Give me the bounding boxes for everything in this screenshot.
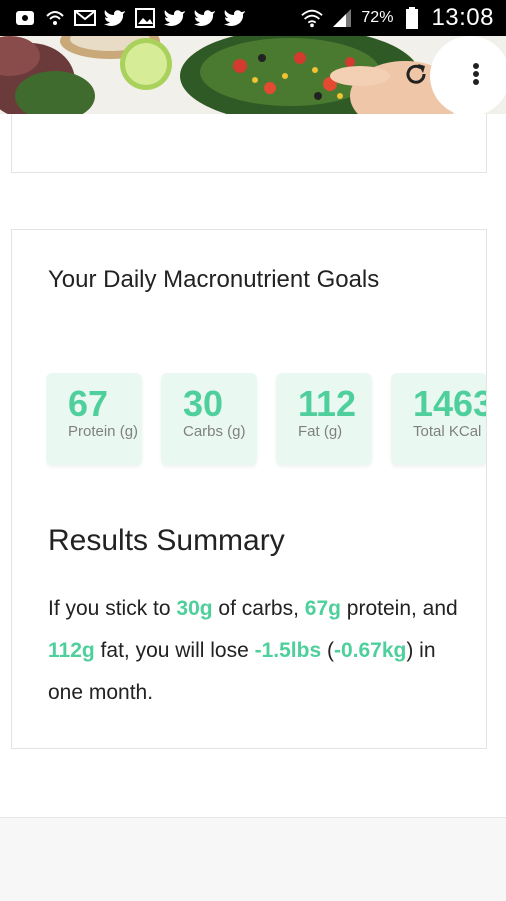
carbs-label: Carbs (g) xyxy=(183,423,246,440)
protein-label: Protein (g) xyxy=(68,423,139,440)
protein-tile: 67 Protein (g) xyxy=(46,373,142,465)
cell-signal-icon xyxy=(331,7,353,29)
results-summary-text: If you stick to 30g of carbs, 67g protei… xyxy=(48,588,468,714)
clock: 13:08 xyxy=(431,4,494,31)
wifi-signal-icon xyxy=(301,7,324,29)
header-food-image xyxy=(0,36,506,114)
results-text-5: ( xyxy=(321,639,334,662)
macro-tiles: 67 Protein (g) 30 Carbs (g) 112 Fat (g) … xyxy=(46,373,486,469)
carbs-highlight: 30g xyxy=(176,597,213,620)
gallery-icon xyxy=(134,7,156,29)
kg-highlight: -0.67kg xyxy=(333,639,407,662)
results-text-2: of carbs, xyxy=(212,597,305,620)
fat-value: 112 xyxy=(298,383,357,424)
mail-icon xyxy=(74,7,96,29)
status-bar: 72% 13:08 xyxy=(0,0,506,36)
carbs-value: 30 xyxy=(183,383,224,424)
page-footer xyxy=(0,817,506,901)
results-summary-title: Results Summary xyxy=(48,524,285,557)
protein-value: 67 xyxy=(68,383,109,424)
previous-card xyxy=(11,114,487,173)
fat-label: Fat (g) xyxy=(298,423,343,440)
wifi-notification-icon xyxy=(44,7,66,29)
results-text-1: If you stick to xyxy=(48,597,177,620)
more-vert-icon xyxy=(472,62,480,91)
twitter-icon xyxy=(224,7,246,29)
results-text-4: fat, you will lose xyxy=(94,639,255,662)
kcal-label: Total KCal xyxy=(413,423,482,440)
kcal-value: 1463 xyxy=(413,383,486,424)
carbs-tile: 30 Carbs (g) xyxy=(161,373,257,465)
refresh-button[interactable] xyxy=(396,56,436,96)
macronutrient-goals-card: Your Daily Macronutrient Goals 67 Protei… xyxy=(11,229,487,749)
twitter-icon xyxy=(164,7,186,29)
refresh-icon xyxy=(403,61,429,92)
results-text-3: protein, and xyxy=(340,597,458,620)
notification-app-icon xyxy=(14,7,36,29)
battery-percent: 72% xyxy=(361,9,394,26)
protein-highlight: 67g xyxy=(304,597,341,620)
goals-title: Your Daily Macronutrient Goals xyxy=(48,266,380,293)
twitter-icon xyxy=(194,7,216,29)
kcal-tile: 1463 Total KCal xyxy=(391,373,486,465)
fat-tile: 112 Fat (g) xyxy=(276,373,372,465)
fat-highlight: 112g xyxy=(48,639,95,662)
more-options-button[interactable] xyxy=(456,56,496,96)
twitter-icon xyxy=(104,7,126,29)
battery-icon xyxy=(401,7,423,29)
lbs-highlight: -1.5lbs xyxy=(254,639,322,662)
